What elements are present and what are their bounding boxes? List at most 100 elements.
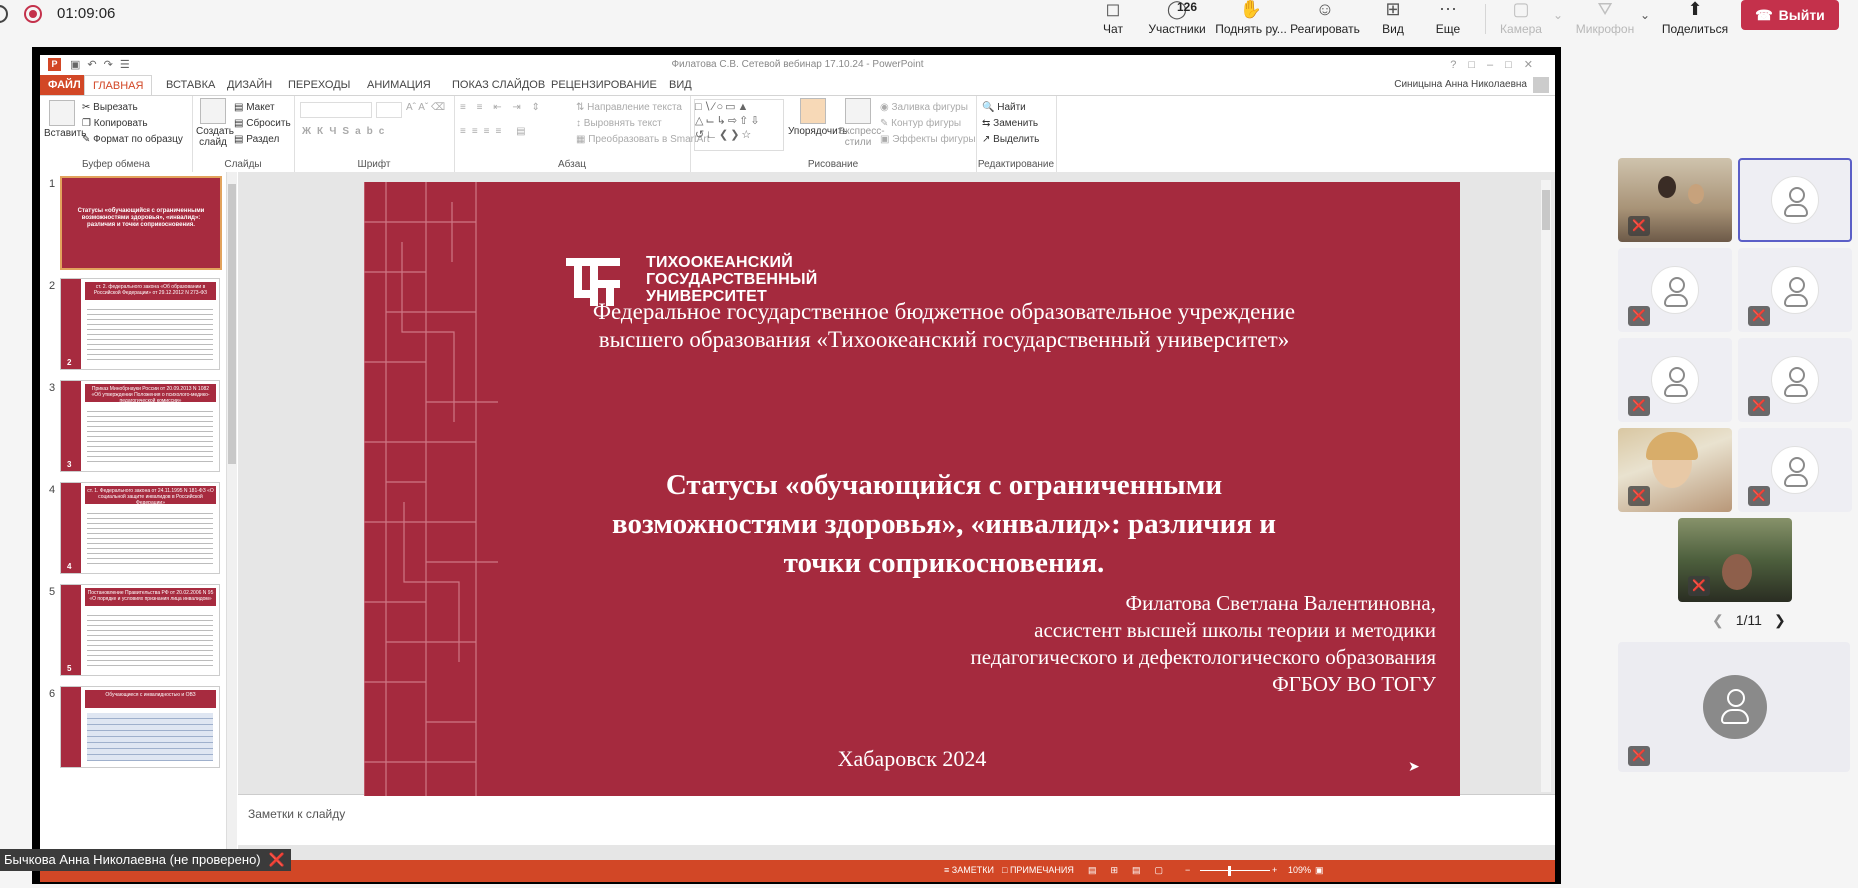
- shape-fill-button[interactable]: ◉ Заливка фигуры: [880, 102, 968, 113]
- group-label: Абзац: [557, 159, 587, 170]
- align-text-button[interactable]: ↕ Выровнять текст: [576, 118, 662, 129]
- group-label: Шрифт: [357, 159, 391, 170]
- participant-tile[interactable]: ❌: [1618, 338, 1732, 422]
- slide-thumbnail[interactable]: ст. 1. Федерального закона от 24.11.1995…: [60, 482, 220, 574]
- new-slide-icon: [200, 98, 226, 124]
- shape-outline-button[interactable]: ✎ Контур фигуры: [880, 118, 961, 129]
- mic-off-icon: ❌: [268, 852, 285, 867]
- list-buttons[interactable]: ≡ ≡ ⇤ ⇥ ⇕: [460, 102, 544, 113]
- thumb-sidebar: [61, 585, 81, 675]
- window-controls[interactable]: ?□–□✕: [1450, 58, 1545, 71]
- cut-button[interactable]: ✂ Вырезать: [82, 102, 138, 113]
- slide-scrollbar[interactable]: [1541, 180, 1551, 792]
- institution-line: высшего образования «Тихоокеанский госуд…: [598, 327, 1290, 352]
- copy-button[interactable]: ❐ Копировать: [82, 118, 148, 129]
- thumb-number: 5: [49, 586, 56, 598]
- replace-button[interactable]: ⇆ Заменить: [982, 118, 1038, 129]
- ppt-user-avatar[interactable]: [1533, 77, 1549, 93]
- mic-off-icon: ❌: [1628, 746, 1650, 766]
- ppt-titlebar: P ▣↶↷☰ Филатова С.В. Сетевой вебинар 17.…: [40, 55, 1555, 75]
- more-button[interactable]: ⋯ Еще: [1408, 0, 1488, 40]
- tab-transitions[interactable]: ПЕРЕХОДЫ: [288, 75, 350, 95]
- raise-hand-button[interactable]: ✋ Поднять ру...: [1207, 0, 1295, 40]
- participant-tile[interactable]: ❌: [1618, 248, 1732, 332]
- zoom-slider-handle[interactable]: [1228, 866, 1231, 876]
- participant-tile-large[interactable]: ❌: [1618, 642, 1850, 772]
- share-button[interactable]: ⬆ Поделиться: [1655, 0, 1735, 40]
- camera-button[interactable]: ▢ Камера: [1481, 0, 1561, 40]
- leave-button[interactable]: ☎ Выйти: [1741, 0, 1839, 30]
- slide-thumbnail[interactable]: Статусы «обучающийся с ограниченными воз…: [60, 176, 222, 270]
- text-direction-button[interactable]: ⇅ Направление текста: [576, 102, 682, 113]
- page-indicator: 1/11: [1735, 612, 1762, 628]
- chevron-down-icon[interactable]: ⌄: [1640, 8, 1650, 22]
- layout-button[interactable]: ▤ Макет: [234, 102, 275, 113]
- participant-video-tile[interactable]: ❌: [1618, 428, 1732, 512]
- ribbon: Вставить ✂ Вырезать ❐ Копировать ✎ Форма…: [40, 95, 1555, 173]
- arrange-icon: [800, 98, 826, 124]
- shape-effects-button[interactable]: ▣ Эффекты фигуры: [880, 134, 976, 145]
- reset-button[interactable]: ▤ Сбросить: [234, 118, 291, 129]
- group-label: Буфер обмена: [82, 159, 150, 170]
- thumb-sidebar: [61, 483, 81, 573]
- editing-group: 🔍 Найти ⇆ Заменить ↗ Выделить Редактиров…: [976, 96, 1057, 172]
- thumb-sidebar: [61, 381, 81, 471]
- participant-video-tile[interactable]: ❌: [1678, 518, 1792, 602]
- quick-styles-button[interactable]: Экспресс-стили: [838, 98, 885, 148]
- participant-video-tile[interactable]: ❌: [1618, 158, 1732, 242]
- font-size-select[interactable]: [376, 102, 402, 118]
- tab-file[interactable]: ФАЙЛ: [40, 75, 89, 95]
- arrange-button[interactable]: Упорядочить: [788, 98, 848, 137]
- fit-slide-icon[interactable]: ▣: [1315, 865, 1324, 876]
- chevron-left-icon[interactable]: ❮: [1712, 612, 1724, 628]
- tab-review[interactable]: РЕЦЕНЗИРОВАНИЕ: [551, 75, 657, 95]
- zoom-slider[interactable]: [1200, 870, 1270, 871]
- participant-tile[interactable]: [1738, 158, 1852, 242]
- chevron-right-icon[interactable]: ❯: [1774, 612, 1786, 628]
- paste-button[interactable]: Вставить: [44, 100, 86, 139]
- thumb-body: [87, 305, 213, 363]
- shapes-gallery[interactable]: □∖∕○▭▲ △⌙↳⇨⇧⇩ ↺∟❮❯☆: [694, 99, 784, 151]
- select-button[interactable]: ↗ Выделить: [982, 134, 1039, 145]
- mic-off-icon: ❌: [1628, 486, 1650, 506]
- font-family-select[interactable]: [300, 102, 372, 118]
- scrollbar-thumb[interactable]: [228, 184, 236, 464]
- font-grow-buttons[interactable]: Aˆ Aˇ ⌫: [406, 102, 445, 113]
- format-painter-button[interactable]: ✎ Формат по образцу: [82, 134, 183, 145]
- thumbnails-scrollbar[interactable]: [226, 172, 237, 862]
- notes-toggle[interactable]: ≡ ЗАМЕТКИ: [944, 865, 994, 875]
- find-button[interactable]: 🔍 Найти: [982, 102, 1026, 113]
- tab-home[interactable]: ГЛАВНАЯ: [84, 75, 153, 95]
- section-button[interactable]: ▤ Раздел: [234, 134, 279, 145]
- slide-thumbnail[interactable]: ст. 2. федерального закона «Об образован…: [60, 278, 220, 370]
- new-slide-button[interactable]: Создать слайд: [196, 98, 234, 148]
- slide-thumbnail[interactable]: Постановление Правительства РФ от 20.02.…: [60, 584, 220, 676]
- participant-tile[interactable]: ❌: [1738, 428, 1852, 512]
- tab-animation[interactable]: АНИМАЦИЯ: [367, 75, 431, 95]
- document-title: Филатова С.В. Сетевой вебинар 17.10.24 -…: [671, 59, 924, 70]
- comments-toggle[interactable]: □ ПРИМЕЧАНИЯ: [1002, 865, 1074, 875]
- tab-view[interactable]: ВИД: [669, 75, 692, 95]
- zoom-out-button[interactable]: −: [1185, 865, 1190, 875]
- microphone-button[interactable]: ⛛ Микрофон: [1565, 0, 1645, 40]
- font-style-buttons[interactable]: ЖКЧSabc: [302, 126, 390, 137]
- align-buttons[interactable]: ≡≡≡≡ ▤: [460, 126, 532, 137]
- notes-pane[interactable]: Заметки к слайду: [238, 794, 1555, 845]
- zoom-level[interactable]: 109%: [1288, 865, 1311, 875]
- quick-styles-icon: [845, 98, 871, 124]
- slide-thumbnail[interactable]: Приказ Минобрнауки России от 20.09.2013 …: [60, 380, 220, 472]
- slide-thumbnail[interactable]: Обучающиеся с инвалидностью и ОВЗ: [60, 686, 220, 768]
- participant-tile[interactable]: ❌: [1738, 338, 1852, 422]
- zoom-in-button[interactable]: +: [1272, 865, 1277, 875]
- view-buttons[interactable]: ▤⊞▤▢: [1088, 865, 1177, 876]
- chevron-down-icon[interactable]: ⌄: [1553, 8, 1563, 22]
- participant-tile[interactable]: ❌: [1738, 248, 1852, 332]
- group-label: Слайды: [224, 159, 262, 170]
- scrollbar-thumb[interactable]: [1542, 190, 1550, 230]
- tab-insert[interactable]: ВСТАВКА: [166, 75, 215, 95]
- tab-slideshow[interactable]: ПОКАЗ СЛАЙДОВ: [452, 75, 545, 95]
- tab-design[interactable]: ДИЗАЙН: [227, 75, 272, 95]
- ppt-user-name[interactable]: Синицына Анна Николаевна: [1394, 79, 1527, 90]
- current-slide: ТИХООКЕАНСКИЙ ГОСУДАРСТВЕННЫЙ УНИВЕРСИТЕ…: [364, 182, 1460, 796]
- ribbon-tabs: ФАЙЛ ГЛАВНАЯ ВСТАВКА ДИЗАЙН ПЕРЕХОДЫ АНИ…: [40, 75, 1555, 95]
